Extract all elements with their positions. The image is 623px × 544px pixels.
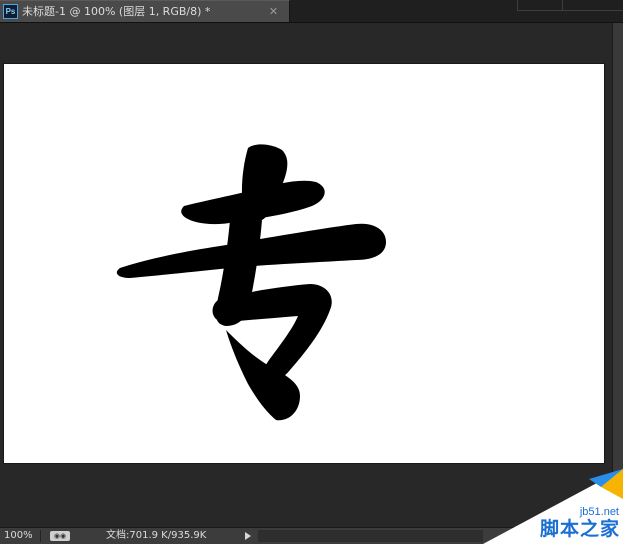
vertical-scrollbar[interactable] bbox=[612, 23, 623, 527]
document-title: 未标题-1 @ 100% (图层 1, RGB/8) * bbox=[22, 5, 211, 18]
calligraphy-artwork bbox=[116, 144, 386, 421]
document-size-info: 文档:701.9 K/935.9K bbox=[106, 530, 207, 541]
play-arrow-icon[interactable] bbox=[245, 532, 251, 540]
photoshop-window: Ps 未标题-1 @ 100% (图层 1, RGB/8) * ✕ 100% ◉… bbox=[0, 0, 623, 544]
watermark-site-name: 脚本之家 bbox=[539, 518, 620, 540]
share-icon[interactable]: ◉◉ bbox=[50, 531, 70, 541]
stroke-hook bbox=[212, 284, 332, 382]
ps-app-icon: Ps bbox=[3, 4, 18, 19]
zoom-level-field[interactable]: 100% bbox=[4, 528, 33, 544]
close-icon[interactable]: ✕ bbox=[266, 4, 281, 19]
panel-edge-inner bbox=[562, 0, 623, 10]
horizontal-scrollbar[interactable] bbox=[258, 530, 483, 542]
watermark: jb51.net 脚本之家 bbox=[483, 469, 623, 544]
status-separator bbox=[40, 530, 41, 542]
document-tab-bar: Ps 未标题-1 @ 100% (图层 1, RGB/8) * ✕ bbox=[0, 0, 623, 23]
document-canvas[interactable] bbox=[4, 64, 604, 463]
document-tab[interactable]: Ps 未标题-1 @ 100% (图层 1, RGB/8) * ✕ bbox=[0, 0, 290, 22]
